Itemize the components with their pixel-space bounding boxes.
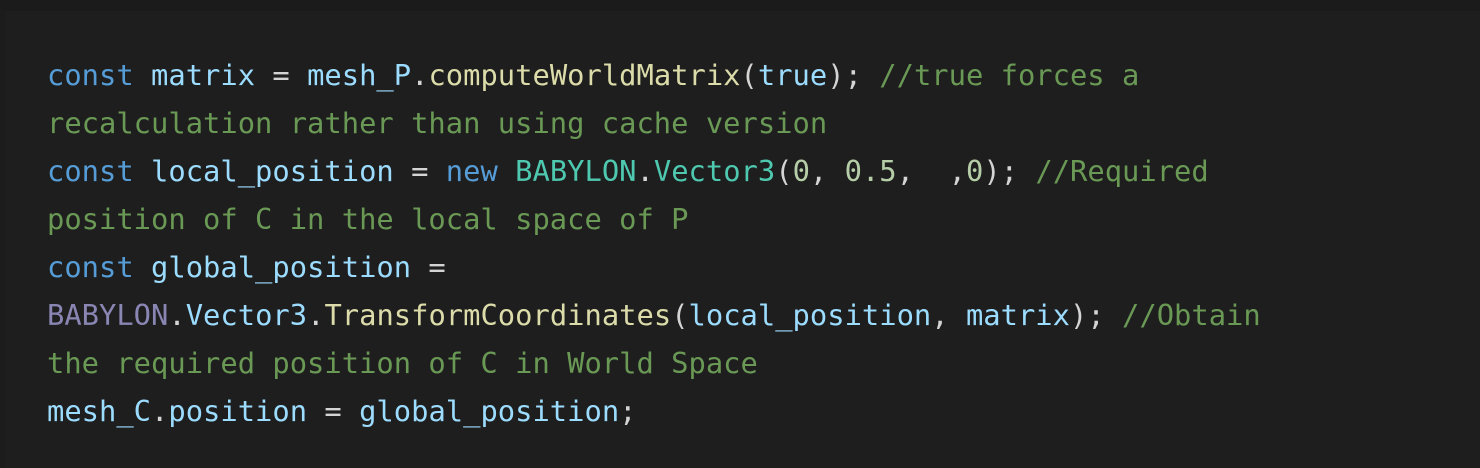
paren-close-token: ); [827,58,862,92]
separator-token: , , [896,154,966,188]
number-token: 0 [965,154,984,188]
argument-token: local_position [688,298,932,332]
paren-close-token: ); [1069,298,1105,332]
code-line-4: position of C in the local space of P [47,195,1261,243]
keyword-token: const [47,58,134,92]
argument-token: true [757,58,828,92]
keyword-token: const [47,250,134,284]
paren-open-token: ( [671,298,689,332]
variable-token: matrix [151,58,256,92]
number-token: 0.5 [844,154,897,188]
comment-token: //Required [1035,154,1209,188]
top-strip [0,0,1480,11]
comment-token: //Obtain [1122,298,1261,332]
comment-token: //true forces a [879,58,1140,92]
comment-token: the required position of C in World Spac… [47,346,758,380]
separator-token: , [931,298,966,332]
namespace-token: BABYLON [47,298,169,332]
code-line-5: const global_position = [47,243,1261,291]
operator-token: = [307,394,360,428]
dot-token: . [307,298,325,332]
semicolon-token: ; [619,394,637,428]
property-token: position [168,394,308,428]
object-token: mesh_C [47,394,152,428]
function-token: TransformCoordinates [324,298,672,332]
code-content[interactable]: const matrix = mesh_P.computeWorldMatrix… [47,51,1261,435]
number-token: 0 [792,154,810,188]
separator-token: , [809,154,845,188]
code-line-8: mesh_C.position = global_position; [47,387,1261,435]
dot-token: . [168,298,186,332]
class-token: Vector3 [185,298,308,332]
comment-token: position of C in the local space of P [47,202,689,236]
code-line-7: the required position of C in World Spac… [47,339,1261,387]
code-line-2: recalculation rather than using cache ve… [47,99,1261,147]
paren-close-token: ); [983,154,1019,188]
code-block[interactable]: const matrix = mesh_P.computeWorldMatrix… [6,11,1480,468]
operator-token: = [393,154,446,188]
variable-token: global_position [151,250,412,284]
variable-token: global_position [359,394,620,428]
argument-token: matrix [965,298,1070,332]
dot-token: . [636,154,654,188]
code-line-1: const matrix = mesh_P.computeWorldMatrix… [47,51,1261,99]
code-line-3: const local_position = new BABYLON.Vecto… [47,147,1261,195]
variable-token: local_position [151,154,394,188]
object-token: mesh_P [307,58,412,92]
screenshot-frame: const matrix = mesh_P.computeWorldMatrix… [0,0,1480,468]
class-token: BABYLON [515,154,637,188]
dot-token: . [151,394,169,428]
code-line-6: BABYLON.Vector3.TransformCoordinates(loc… [47,291,1261,339]
keyword-token: new [445,154,498,188]
paren-open-token: ( [775,154,793,188]
comment-token: recalculation rather than using cache ve… [47,106,828,140]
keyword-token: const [47,154,134,188]
paren-open-token: ( [740,58,758,92]
class-token: Vector3 [653,154,776,188]
dot-token: . [411,58,429,92]
operator-token: = [411,250,446,284]
operator-token: = [255,58,308,92]
function-token: computeWorldMatrix [428,58,741,92]
